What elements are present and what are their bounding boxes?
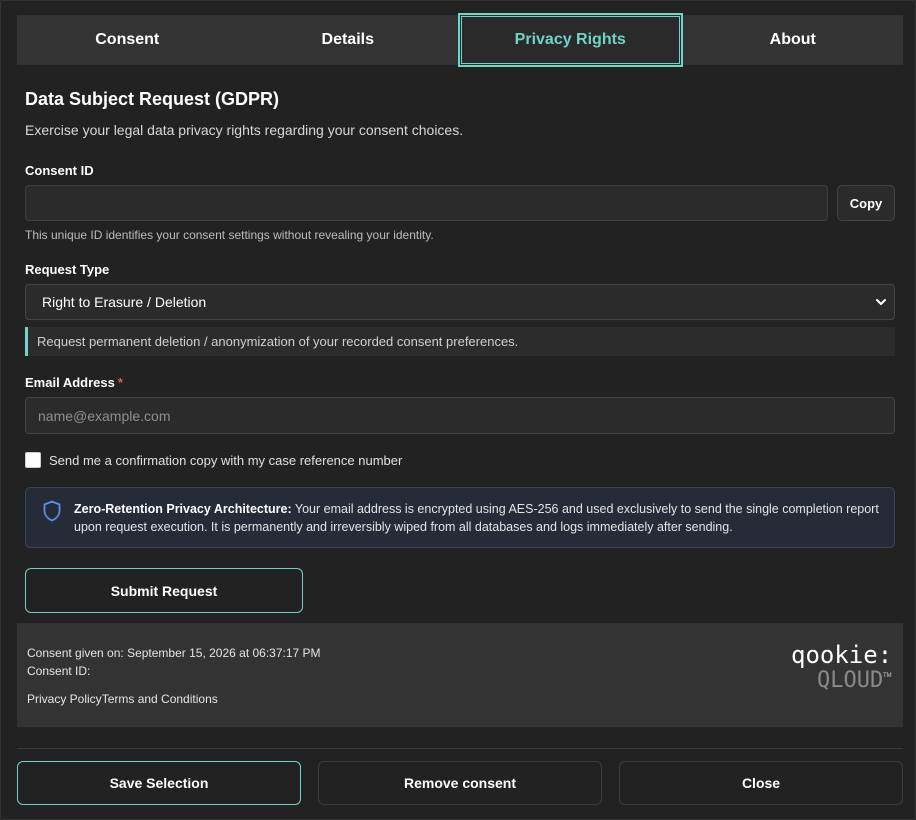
email-input[interactable] <box>25 397 895 434</box>
copy-button[interactable]: Copy <box>837 185 895 221</box>
confirmation-checkbox-row[interactable]: Send me a confirmation copy with my case… <box>25 452 402 468</box>
confirmation-checkbox-label[interactable]: Send me a confirmation copy with my case… <box>49 453 402 468</box>
required-mark: * <box>117 375 123 390</box>
submit-request-button[interactable]: Submit Request <box>25 568 303 613</box>
page-subtitle: Exercise your legal data privacy rights … <box>25 122 464 138</box>
footer-consent-id-label: Consent ID: <box>27 664 91 678</box>
privacy-notice-text: Zero-Retention Privacy Architecture: You… <box>74 500 884 536</box>
consent-given-date: Consent given on: September 15, 2026 at … <box>27 646 321 660</box>
shield-icon <box>43 500 61 522</box>
footer-consent-id: Consent ID: <box>27 664 90 678</box>
tab-privacy-rights[interactable]: Privacy Rights <box>458 13 683 67</box>
tab-consent[interactable]: Consent <box>17 15 238 65</box>
terms-link[interactable]: Terms and Conditions <box>102 692 218 706</box>
consent-id-label: Consent ID <box>25 163 94 178</box>
logo-bottom-text: QLOUD <box>817 668 883 691</box>
consent-id-hint: This unique ID identifies your consent s… <box>25 228 434 242</box>
close-button[interactable]: Close <box>619 761 903 805</box>
logo-top-text: qookie: <box>791 641 892 669</box>
remove-consent-button[interactable]: Remove consent <box>318 761 602 805</box>
confirmation-checkbox[interactable] <box>25 452 41 468</box>
consent-info-panel: Consent given on: September 15, 2026 at … <box>17 623 903 727</box>
request-type-value: Right to Erasure / Deletion <box>42 294 207 310</box>
consent-dialog: Consent Details Privacy Rights About Dat… <box>0 0 916 820</box>
page-title: Data Subject Request (GDPR) <box>25 89 280 109</box>
tab-details[interactable]: Details <box>238 15 459 65</box>
qookie-qloud-logo: qookie: QLOUD TM <box>791 641 892 691</box>
logo-tm-text: TM <box>883 673 892 679</box>
email-label-text: Email Address <box>25 375 115 390</box>
tab-bar: Consent Details Privacy Rights About <box>17 13 904 67</box>
divider <box>17 748 903 749</box>
save-selection-button[interactable]: Save Selection <box>17 761 301 805</box>
privacy-policy-link[interactable]: Privacy Policy <box>27 692 102 706</box>
tab-about[interactable]: About <box>683 15 904 65</box>
footer-links: Privacy PolicyTerms and Conditions <box>27 692 218 706</box>
notice-title: Zero-Retention Privacy Architecture: <box>74 502 292 516</box>
privacy-notice: Zero-Retention Privacy Architecture: You… <box>25 487 895 548</box>
email-label: Email Address * <box>25 375 123 390</box>
chevron-down-icon <box>876 299 886 305</box>
consent-id-field[interactable] <box>25 185 828 221</box>
request-type-label: Request Type <box>25 262 110 277</box>
request-type-description: Request permanent deletion / anonymizati… <box>25 327 895 356</box>
request-type-select[interactable]: Right to Erasure / Deletion <box>25 284 895 320</box>
